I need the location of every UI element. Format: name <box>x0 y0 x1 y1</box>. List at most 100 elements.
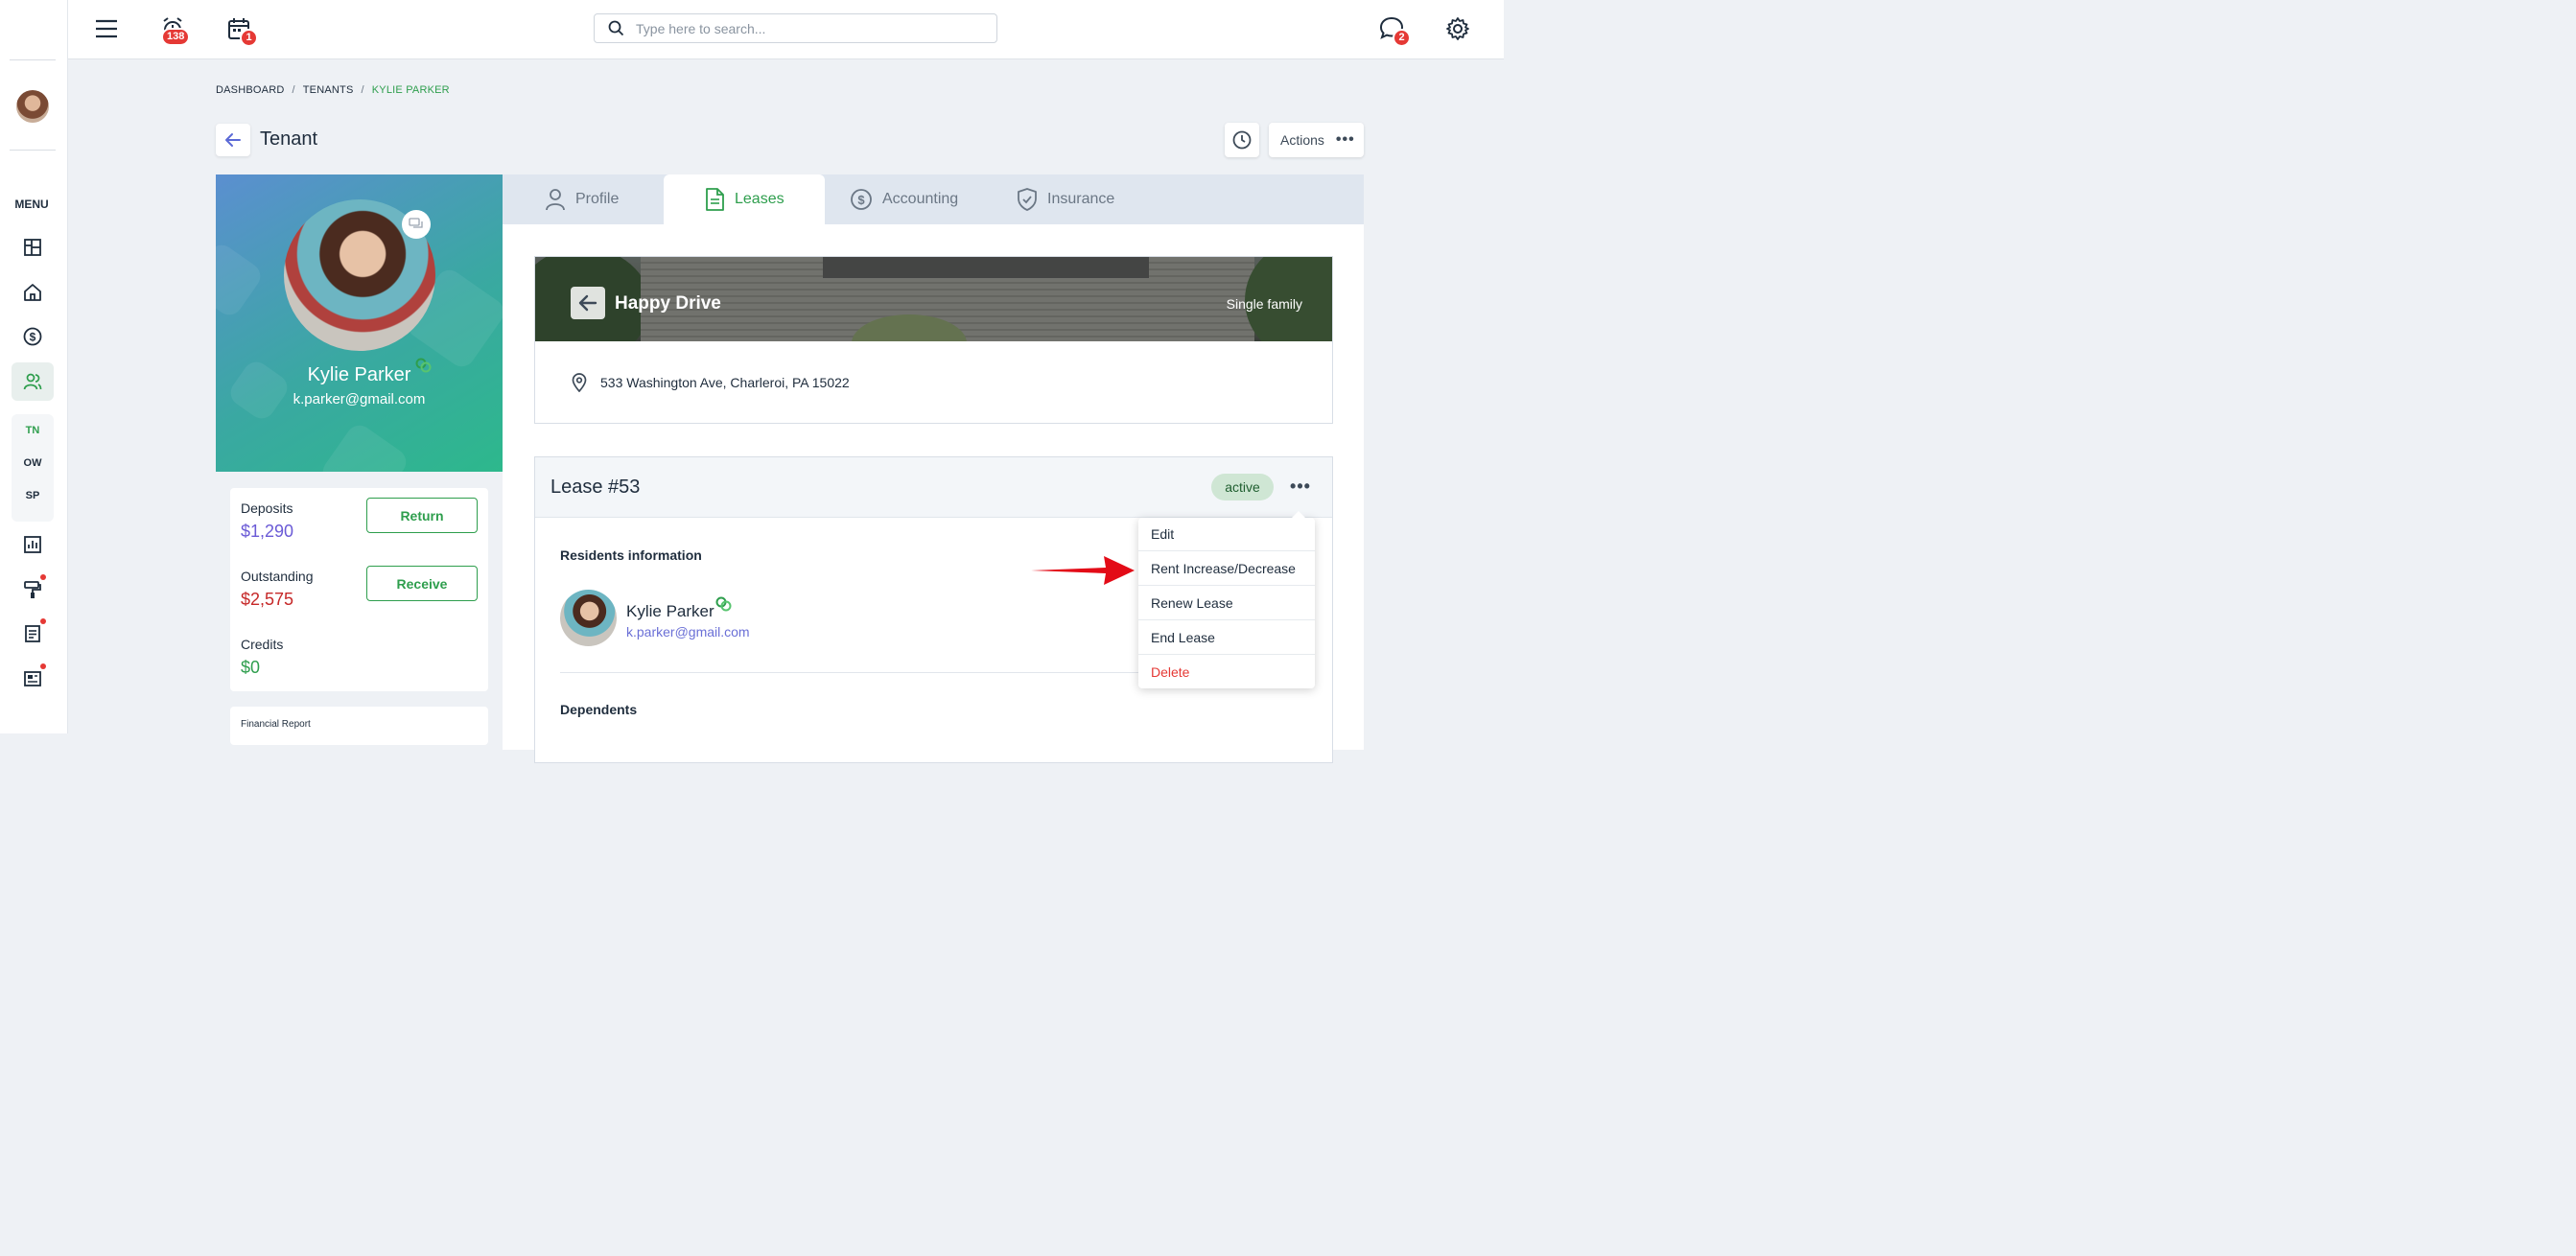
tenants-icon[interactable] <box>12 362 54 401</box>
outstanding-label: Outstanding <box>241 569 314 584</box>
receive-button[interactable]: Receive <box>366 566 478 601</box>
dependents-title: Dependents <box>560 702 638 717</box>
tenant-subnav: TN OW SP <box>12 414 54 522</box>
menu-item-edit[interactable]: Edit <box>1138 518 1315 551</box>
calendar-icon[interactable]: 1 <box>222 13 258 47</box>
search-bar[interactable] <box>594 13 997 43</box>
shield-icon <box>1018 188 1037 211</box>
resident-avatar <box>560 590 617 646</box>
svg-text:$: $ <box>857 193 865 207</box>
breadcrumb: DASHBOARD / TENANTS / KYLIE PARKER <box>216 84 450 96</box>
tab-accounting[interactable]: $ Accounting <box>850 174 984 224</box>
return-button[interactable]: Return <box>366 498 478 533</box>
tab-bar: Profile Leases $ Accounting Insurance <box>503 174 1364 224</box>
lease-more-icon[interactable]: ••• <box>1285 475 1316 500</box>
notification-dot <box>40 574 46 580</box>
breadcrumb-dashboard[interactable]: DASHBOARD <box>216 84 284 96</box>
documents-icon[interactable] <box>12 615 54 653</box>
tenant-profile-card: Kylie Parker k.parker@gmail.com <box>216 174 503 472</box>
alarm-icon[interactable]: 138 <box>155 13 191 46</box>
financial-report-label: Financial Report <box>241 719 311 730</box>
residents-title: Residents information <box>560 547 702 563</box>
property-card: Happy Drive Single family 533 Washington… <box>534 256 1333 424</box>
outstanding-value: $2,575 <box>241 590 294 609</box>
deposits-value: $1,290 <box>241 522 294 541</box>
tenant-name: Kylie Parker <box>307 364 411 385</box>
dashboard-icon[interactable] <box>12 228 54 267</box>
property-back-button[interactable] <box>571 287 605 319</box>
sidebar-divider <box>10 59 56 60</box>
document-icon <box>706 188 724 211</box>
resident-name: Kylie Parker <box>626 602 714 620</box>
topbar: 138 1 2 <box>68 0 1504 59</box>
calendar-badge: 1 <box>240 29 258 47</box>
tenant-email: k.parker@gmail.com <box>293 391 426 407</box>
credits-value: $0 <box>241 658 261 677</box>
page-title: Tenant <box>260 128 318 150</box>
hamburger-menu-icon[interactable] <box>89 13 124 44</box>
deposits-label: Deposits <box>241 500 293 516</box>
clock-icon <box>1232 130 1252 150</box>
tab-leases-label: Leases <box>735 191 785 207</box>
subnav-sp[interactable]: SP <box>12 479 54 512</box>
annotation-arrow-icon <box>1031 556 1135 585</box>
breadcrumb-tenants[interactable]: TENANTS <box>303 84 354 96</box>
property-address: 533 Washington Ave, Charleroi, PA 15022 <box>600 375 850 390</box>
link-status-icon <box>715 596 732 612</box>
arrow-left-icon <box>225 133 241 147</box>
credits-label: Credits <box>241 637 284 652</box>
resident-email-link[interactable]: k.parker@gmail.com <box>626 624 750 640</box>
balance-card: Deposits $1,290 Return Outstanding $2,57… <box>230 488 488 691</box>
more-dots-icon: ••• <box>1335 131 1355 148</box>
home-icon[interactable] <box>12 273 54 312</box>
tab-accounting-label: Accounting <box>882 191 959 207</box>
menu-item-rent-increase-decrease[interactable]: Rent Increase/Decrease <box>1138 552 1315 586</box>
news-icon[interactable] <box>12 660 54 698</box>
person-icon <box>546 189 565 211</box>
arrow-left-icon <box>578 294 597 312</box>
dollar-icon: $ <box>851 189 872 210</box>
notification-dot <box>40 618 46 624</box>
decor-shape <box>216 240 266 320</box>
lease-actions-dropdown: Edit Rent Increase/Decrease Renew Lease … <box>1138 511 1315 689</box>
decor-shape <box>317 420 411 472</box>
sidebar-divider <box>10 150 56 151</box>
property-banner-image: Happy Drive Single family <box>535 257 1332 341</box>
breadcrumb-current: KYLIE PARKER <box>371 84 450 96</box>
tab-insurance[interactable]: Insurance <box>1017 174 1141 224</box>
menu-item-renew-lease[interactable]: Renew Lease <box>1138 587 1315 620</box>
tab-leases[interactable]: Leases <box>664 174 825 224</box>
svg-text:$: $ <box>30 331 36 344</box>
menu-item-end-lease[interactable]: End Lease <box>1138 621 1315 655</box>
financial-report-card[interactable]: Financial Report <box>230 707 488 745</box>
subnav-tn[interactable]: TN <box>12 414 54 447</box>
credits-row: Credits $0 <box>241 637 283 678</box>
chat-badge: 2 <box>1393 29 1411 47</box>
history-button[interactable] <box>1225 123 1259 157</box>
settings-gear-icon[interactable] <box>1440 13 1475 44</box>
link-status-icon <box>415 358 432 373</box>
notification-dot <box>40 663 46 669</box>
search-icon <box>608 20 624 36</box>
search-input[interactable] <box>636 20 962 36</box>
actions-button[interactable]: Actions ••• <box>1269 123 1364 157</box>
subnav-ow[interactable]: OW <box>12 447 54 479</box>
message-icon[interactable] <box>402 210 431 239</box>
lease-title: Lease #53 <box>550 477 641 498</box>
reports-icon[interactable] <box>12 525 54 564</box>
menu-item-delete[interactable]: Delete <box>1138 656 1315 689</box>
sidebar: MENU $ TN OW SP <box>0 0 68 733</box>
lease-header: Lease #53 active ••• <box>535 457 1332 518</box>
maintenance-icon[interactable] <box>12 570 54 609</box>
tab-insurance-label: Insurance <box>1047 191 1115 207</box>
back-button[interactable] <box>216 124 250 156</box>
user-avatar[interactable] <box>16 90 49 123</box>
tab-profile[interactable]: Profile <box>545 174 660 224</box>
menu-label: MENU <box>14 198 49 211</box>
status-badge: active <box>1211 474 1274 500</box>
location-pin-icon <box>572 373 587 392</box>
alarm-badge: 138 <box>161 28 191 46</box>
dollar-icon[interactable]: $ <box>12 317 54 356</box>
chat-icon[interactable]: 2 <box>1374 13 1411 47</box>
property-address-row: 533 Washington Ave, Charleroi, PA 15022 <box>572 373 850 392</box>
